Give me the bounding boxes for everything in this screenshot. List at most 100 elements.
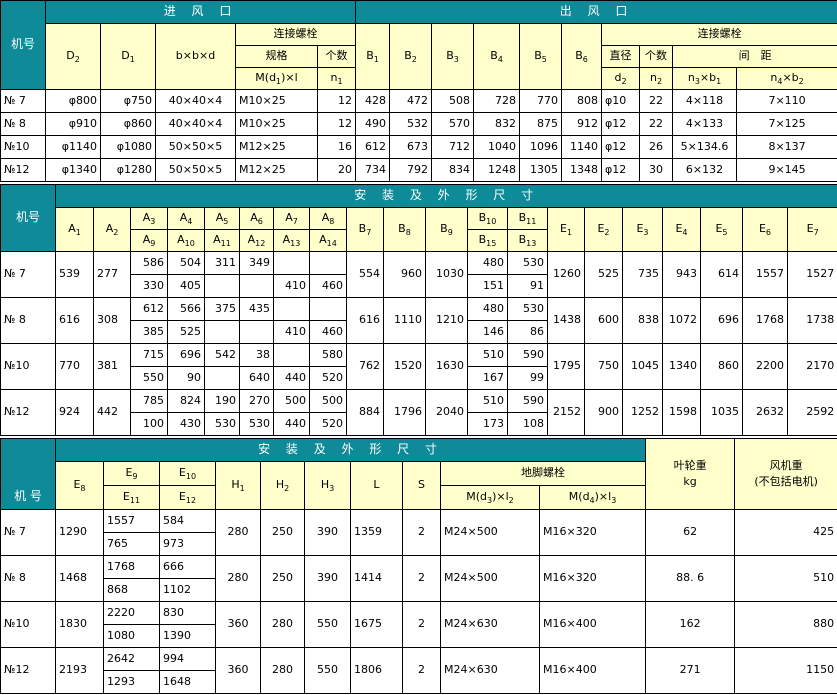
- cell: [273, 251, 310, 275]
- cell: 6×132: [672, 158, 738, 182]
- cell: 2: [402, 647, 441, 694]
- cell: 16: [316, 135, 357, 159]
- cell: 520: [309, 366, 347, 390]
- cell: 640: [239, 366, 274, 390]
- cell: φ910: [45, 112, 101, 136]
- cell: 2642: [103, 647, 160, 671]
- cell: M12×25: [235, 135, 318, 159]
- spacing-header: 间 距: [672, 45, 837, 68]
- cell: 460: [309, 320, 347, 344]
- col-n4b2: n4×b2: [736, 67, 837, 90]
- cell: 1080: [103, 624, 160, 648]
- cell: 808: [561, 89, 603, 113]
- cell: 428: [355, 89, 391, 113]
- cell: 912: [561, 112, 603, 136]
- col-A11: A11: [204, 229, 240, 252]
- cell: 1806: [350, 647, 403, 694]
- cell: 7×125: [736, 112, 837, 136]
- cell: M24×500: [440, 509, 540, 556]
- col-E3: E3: [622, 207, 663, 252]
- cell: 673: [389, 135, 433, 159]
- cell: 146: [467, 320, 508, 344]
- cell: 99: [507, 366, 548, 390]
- cell: № 7: [0, 251, 56, 298]
- anchor-weight-table: 机 号 安 装 及 外 形 尺 寸 叶轮重 kg 风机重 (不包括电机) E8 E9…: [0, 438, 837, 694]
- cell: φ1340: [45, 158, 101, 182]
- cell: 7×110: [736, 89, 837, 113]
- col-E10: E10: [159, 461, 216, 486]
- cell: 277: [93, 251, 131, 298]
- cell: 762: [346, 343, 384, 390]
- cell: 88. 6: [645, 555, 736, 602]
- cell: φ860: [100, 112, 156, 136]
- col-H1: H1: [215, 461, 261, 510]
- cell: 542: [204, 343, 240, 367]
- col-E12: E12: [159, 485, 216, 510]
- col-A4: A4: [167, 207, 205, 230]
- cell: 875: [519, 112, 563, 136]
- col-B2: B2: [389, 23, 433, 90]
- cell: 666: [159, 555, 216, 579]
- col-H2: H2: [260, 461, 305, 510]
- diameter-header: 直径: [601, 45, 641, 68]
- cell: 250: [260, 555, 305, 602]
- table-row: №12 φ1340 φ1280 50×50×5 M12×25 20 734 792 834 124…: [0, 158, 837, 182]
- table-row: № 8 φ910 φ860 40×40×4 M10×25 12 490 532 570 832 87…: [0, 112, 837, 136]
- col-E6: E6: [742, 207, 788, 252]
- cell: 792: [389, 158, 433, 182]
- cell: 868: [103, 578, 160, 602]
- cell: 385: [130, 320, 168, 344]
- cell: 472: [389, 89, 433, 113]
- cell: 4×118: [672, 89, 738, 113]
- cell: M16×320: [538, 509, 647, 556]
- anchor-bolt-header: 地脚螺栓: [439, 461, 647, 486]
- col-B6: B6: [561, 23, 603, 90]
- outlet-bolt-header: 连接螺栓: [601, 23, 837, 46]
- cell: 530: [507, 297, 548, 321]
- cell: 2: [402, 509, 441, 556]
- cell: 510: [734, 555, 837, 602]
- cell: 2200: [742, 343, 788, 390]
- cell: 1248: [473, 158, 521, 182]
- cell: φ12: [601, 135, 641, 159]
- cell: 271: [645, 647, 736, 694]
- cell: 750: [584, 343, 623, 390]
- cell: 435: [239, 297, 274, 321]
- inlet-outlet-table: 机号 进 风 口 出 风 口 D2 D1 b×b×d 连接螺栓 B1 B2 B3…: [0, 0, 837, 182]
- cell: 2220: [103, 601, 160, 625]
- cell: 1340: [662, 343, 701, 390]
- cell: φ750: [100, 89, 156, 113]
- cell: 1795: [547, 343, 585, 390]
- table-row: №12 924 442 785 824 190 270 500 500 884 1796 2040 51…: [0, 389, 837, 436]
- cell: 12: [316, 89, 357, 113]
- inlet-bolt-header: 连接螺栓: [234, 23, 357, 46]
- cell: 838: [622, 297, 663, 344]
- cell: 1096: [519, 135, 563, 159]
- cell: 167: [467, 366, 508, 390]
- cell: 308: [93, 297, 131, 344]
- cell: 1210: [425, 297, 468, 344]
- cell: 1796: [383, 389, 426, 436]
- cell: 612: [130, 297, 168, 321]
- cell: 1830: [55, 601, 104, 648]
- cell: №10: [0, 343, 56, 390]
- cell: [273, 343, 310, 367]
- col-n2: n2: [639, 67, 674, 90]
- cell: 480: [467, 297, 508, 321]
- col-B1: B1: [355, 23, 391, 90]
- cell: 50×50×5: [155, 158, 236, 182]
- cell: 12: [316, 112, 357, 136]
- impeller-weight-header: 叶轮重 kg: [645, 438, 736, 510]
- cell: [309, 251, 347, 275]
- col-B10: B10: [467, 207, 508, 230]
- col-A2: A2: [93, 207, 131, 252]
- col-A3: A3: [130, 207, 168, 230]
- cell: 715: [130, 343, 168, 367]
- table-row: №12 2193 2642 994 360 280 550 1806 2 M24×630 M16×4…: [0, 647, 837, 694]
- cell: 566: [167, 297, 205, 321]
- cell: 900: [584, 389, 623, 436]
- cell: 520: [309, 412, 347, 436]
- cell: 550: [304, 647, 351, 694]
- cell: M16×400: [538, 647, 647, 694]
- cell: 712: [431, 135, 475, 159]
